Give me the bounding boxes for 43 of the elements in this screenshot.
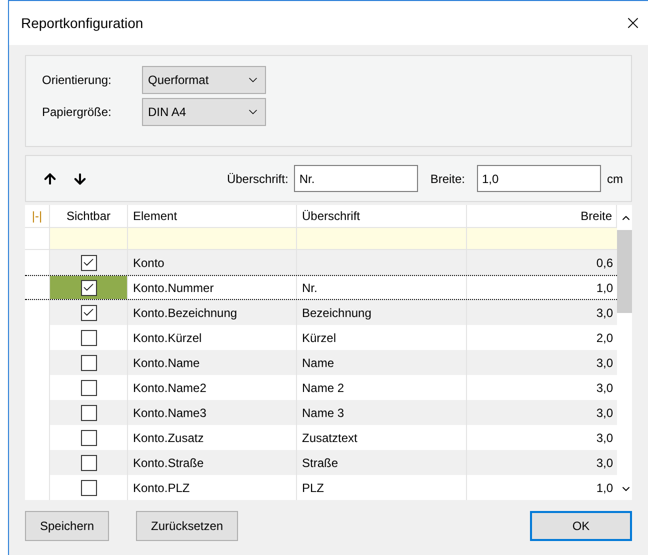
row-indicator-header: |-| <box>25 205 50 228</box>
visible-checkbox[interactable] <box>80 354 96 370</box>
dropdown[interactable]: DIN A4 <box>142 98 266 126</box>
table-cell: Bezeichnung <box>297 300 467 325</box>
visible-checkbox[interactable] <box>80 430 96 446</box>
table-cell: Konto.Straße <box>128 450 297 475</box>
width-input[interactable]: 1,0 <box>477 165 601 192</box>
table-cell: 0,6 <box>467 250 617 275</box>
visible-checkbox[interactable] <box>80 330 96 346</box>
column-header[interactable]: Element <box>128 205 297 228</box>
visible-checkbox[interactable] <box>80 480 96 496</box>
move-down-icon[interactable] <box>72 170 88 186</box>
ok-button[interactable]: OK <box>530 511 632 541</box>
dialog-button[interactable]: Speichern <box>25 511 110 541</box>
move-up-icon[interactable] <box>42 170 58 186</box>
table-cell: 3,0 <box>467 300 617 325</box>
setting-label: Orientierung: <box>42 72 112 89</box>
visible-checkbox[interactable] <box>80 380 96 396</box>
visible-checkbox[interactable] <box>80 454 96 470</box>
table-cell: 3,0 <box>467 400 617 425</box>
table-cell: 3,0 <box>467 450 617 475</box>
heading-input[interactable]: Nr. <box>294 165 418 192</box>
table-cell: Konto.Name3 <box>128 400 297 425</box>
table-cell: Konto.Bezeichnung <box>128 300 297 325</box>
visible-checkbox[interactable] <box>80 254 96 270</box>
table-cell: 3,0 <box>467 350 617 375</box>
table-cell: Konto.Name <box>128 350 297 375</box>
table-cell: Konto <box>128 250 297 275</box>
column-header[interactable]: Überschrift <box>297 205 467 228</box>
column-header[interactable]: Sichtbar <box>50 205 128 228</box>
table-cell: Straße <box>297 450 467 475</box>
visible-checkbox[interactable] <box>80 304 96 320</box>
unit-label: cm <box>607 170 623 188</box>
heading-label: Überschrift: <box>226 170 288 188</box>
table-cell: Name 3 <box>297 400 467 425</box>
visible-checkbox[interactable] <box>80 280 96 296</box>
dialog-button[interactable]: Zurücksetzen <box>136 511 238 541</box>
width-label: Breite: <box>430 170 465 188</box>
table-cell: Name <box>297 350 467 375</box>
setting-label: Papiergröße: <box>42 104 112 121</box>
window-title: Reportkonfiguration <box>21 14 144 33</box>
visible-checkbox[interactable] <box>80 404 96 420</box>
dropdown[interactable]: Querformat <box>142 66 266 94</box>
